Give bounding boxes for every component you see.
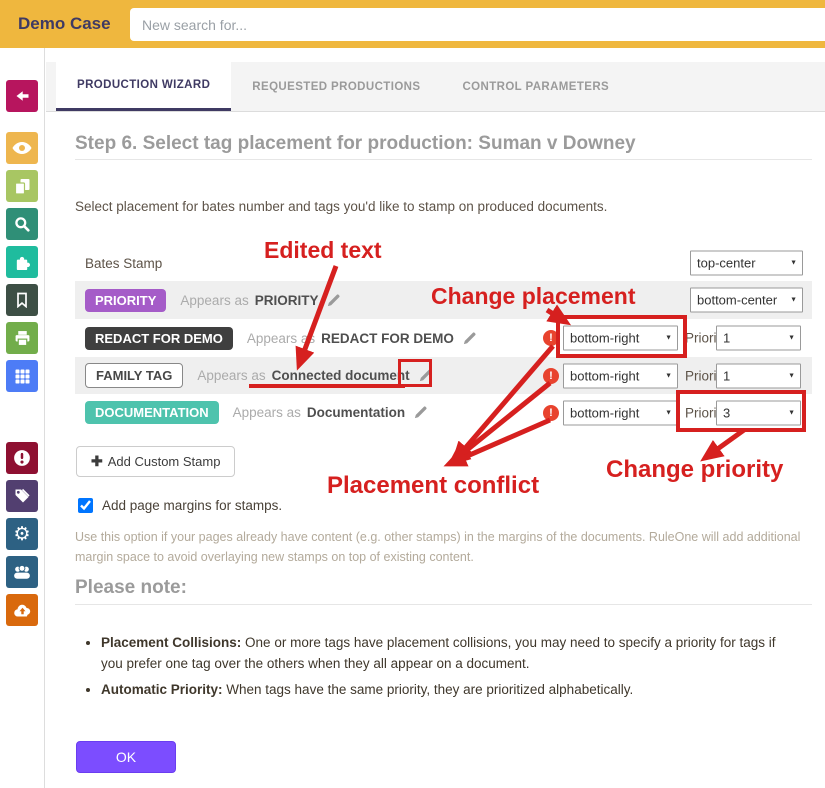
- step-title: Step 6. Select tag placement for product…: [75, 133, 636, 155]
- sidebar-item-search[interactable]: [6, 208, 38, 240]
- copy-icon: [14, 178, 31, 195]
- family-priority-select[interactable]: 1: [717, 364, 800, 387]
- divider: [75, 159, 812, 160]
- bates-stamp-label: Bates Stamp: [85, 256, 162, 271]
- priority-select-wrap: 1 ▼: [716, 363, 801, 388]
- tab-control-parameters[interactable]: CONTROL PARAMETERS: [441, 62, 630, 111]
- sidebar-item-bookmarks[interactable]: [6, 284, 38, 316]
- tab-production-wizard[interactable]: PRODUCTION WIZARD: [56, 62, 231, 111]
- table-icon: [14, 368, 31, 385]
- bates-stamp-row: Bates Stamp top-center ▼: [75, 245, 812, 281]
- app-window: Demo Case ⚙ PRODUCTION WIZARD REQUESTED …: [0, 0, 825, 788]
- note-lead: Placement Collisions:: [101, 635, 241, 650]
- appears-as-label: Appears as: [197, 368, 265, 383]
- placement-select-wrap: bottom-center ▼: [690, 288, 803, 313]
- tab-requested-productions[interactable]: REQUESTED PRODUCTIONS: [231, 62, 441, 111]
- priority-tag-placement-select[interactable]: bottom-center: [691, 289, 802, 312]
- tag-icon: [13, 487, 31, 505]
- sidebar-item-back[interactable]: [6, 80, 38, 112]
- edit-pencil-icon[interactable]: [462, 331, 477, 346]
- add-custom-stamp-button[interactable]: ✚ Add Custom Stamp: [76, 446, 235, 477]
- appears-as-value: Documentation: [307, 405, 405, 420]
- edit-pencil-icon[interactable]: [413, 405, 428, 420]
- annotation-underline-connected-document: [249, 384, 405, 388]
- ok-button[interactable]: OK: [76, 741, 176, 773]
- annotation-edited-text: Edited text: [264, 237, 382, 264]
- cloud-upload-icon: [13, 603, 32, 618]
- redact-priority-select[interactable]: 1: [717, 327, 800, 350]
- puzzle-icon: [14, 254, 31, 271]
- appears-as-label: Appears as: [247, 331, 315, 346]
- documentation-priority-select[interactable]: 3: [717, 401, 800, 424]
- conflict-warning-icon: !: [543, 405, 559, 421]
- plus-icon: ✚: [91, 453, 103, 470]
- appears-as-label: Appears as: [180, 293, 248, 308]
- search-input[interactable]: [130, 8, 825, 41]
- case-name: Demo Case: [18, 0, 111, 48]
- placement-select-wrap: bottom-right ▼: [563, 363, 678, 388]
- redact-placement-select[interactable]: bottom-right: [564, 327, 677, 350]
- sidebar-item-grid[interactable]: [6, 360, 38, 392]
- appears-as-value: Connected document: [272, 368, 410, 383]
- left-sidebar: ⚙: [0, 48, 45, 788]
- step-description: Select placement for bates number and ta…: [75, 199, 607, 214]
- bookmark-icon: [15, 292, 29, 308]
- arrow-left-icon: [14, 88, 31, 104]
- tab-bar: PRODUCTION WIZARD REQUESTED PRODUCTIONS …: [46, 62, 825, 112]
- sidebar-item-assembly[interactable]: [6, 246, 38, 278]
- placement-select-wrap: bottom-right ▼: [563, 326, 678, 351]
- sidebar-item-review[interactable]: [6, 132, 38, 164]
- tag-badge-priority: PRIORITY: [85, 289, 166, 312]
- margins-option-row: Add page margins for stamps.: [78, 498, 282, 513]
- notes-list: Placement Collisions: One or more tags h…: [83, 633, 797, 706]
- edit-pencil-icon[interactable]: [418, 368, 433, 383]
- sidebar-item-alerts[interactable]: [6, 442, 38, 474]
- sidebar-item-users[interactable]: [6, 556, 38, 588]
- note-placement-collisions: Placement Collisions: One or more tags h…: [101, 633, 797, 675]
- edit-pencil-icon[interactable]: [326, 293, 341, 308]
- sidebar-item-upload[interactable]: [6, 594, 38, 626]
- tag-badge-redact: REDACT FOR DEMO: [85, 327, 233, 350]
- sidebar-item-settings[interactable]: ⚙: [6, 518, 38, 550]
- priority-select-wrap: 1 ▼: [716, 326, 801, 351]
- bates-placement-select[interactable]: top-center: [691, 252, 802, 275]
- conflict-warning-icon: !: [543, 368, 559, 384]
- note-automatic-priority: Automatic Priority: When tags have the s…: [101, 680, 797, 701]
- appears-as-value: REDACT FOR DEMO: [321, 331, 454, 346]
- tag-row-family: FAMILY TAG Appears as Connected document…: [75, 357, 812, 394]
- placement-select-wrap: bottom-right ▼: [563, 400, 678, 425]
- sidebar-item-tags[interactable]: [6, 480, 38, 512]
- top-header-bar: Demo Case: [0, 0, 825, 48]
- sidebar-item-print[interactable]: [6, 322, 38, 354]
- documentation-placement-select[interactable]: bottom-right: [564, 401, 677, 424]
- margins-help-text: Use this option if your pages already ha…: [75, 527, 820, 567]
- tag-row-redact: REDACT FOR DEMO Appears as REDACT FOR DE…: [75, 319, 812, 357]
- magnifier-icon: [14, 216, 30, 232]
- sidebar-item-documents[interactable]: [6, 170, 38, 202]
- note-lead: Automatic Priority:: [101, 682, 223, 697]
- please-note-title: Please note:: [75, 577, 187, 599]
- conflict-warning-icon: !: [543, 330, 559, 346]
- tag-badge-family: FAMILY TAG: [85, 363, 183, 388]
- note-text: When tags have the same priority, they a…: [223, 682, 634, 697]
- exclamation-icon: [13, 449, 31, 467]
- priority-select-wrap: 3 ▼: [716, 400, 801, 425]
- appears-as-value: PRIORITY: [255, 293, 319, 308]
- eye-icon: [12, 141, 32, 155]
- page-margins-label: Add page margins for stamps.: [102, 498, 282, 513]
- annotation-change-priority: Change priority: [606, 456, 783, 484]
- gear-icon: ⚙: [13, 525, 30, 544]
- tag-badge-documentation: DOCUMENTATION: [85, 401, 219, 424]
- annotation-change-placement: Change placement: [431, 283, 636, 310]
- tag-row-documentation: DOCUMENTATION Appears as Documentation !…: [75, 394, 812, 431]
- appears-as-label: Appears as: [233, 405, 301, 420]
- annotation-placement-conflict: Placement conflict: [327, 472, 539, 500]
- bates-placement-select-wrap: top-center ▼: [690, 251, 803, 276]
- divider: [75, 604, 812, 605]
- page-margins-checkbox[interactable]: [78, 498, 93, 513]
- add-custom-stamp-label: Add Custom Stamp: [108, 454, 221, 469]
- family-placement-select[interactable]: bottom-right: [564, 364, 677, 387]
- printer-icon: [14, 330, 31, 347]
- users-icon: [13, 564, 31, 580]
